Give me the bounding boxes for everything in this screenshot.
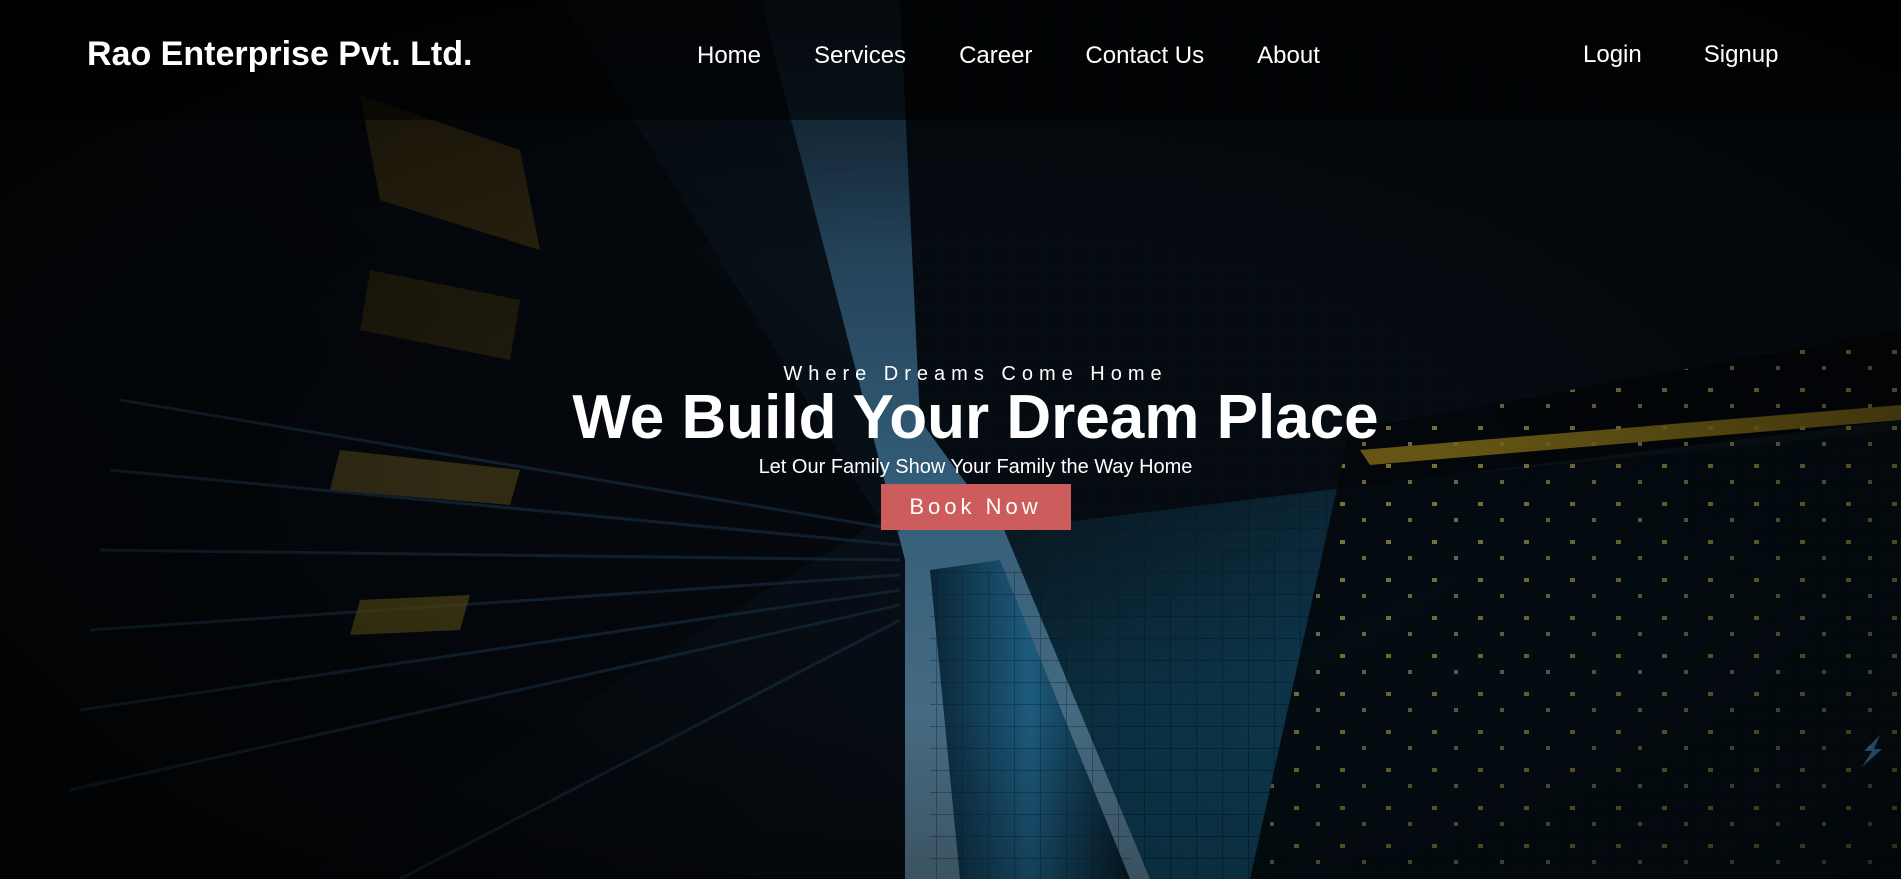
hero-content: Where Dreams Come Home We Build Your Dre… — [0, 360, 1901, 530]
nav-item-contact: Contact Us — [1085, 40, 1257, 72]
nav-link-about[interactable]: About — [1257, 40, 1320, 72]
brand-logo-text[interactable]: Rao Enterprise Pvt. Ltd. — [87, 34, 472, 74]
nav-link-home[interactable]: Home — [697, 40, 761, 72]
chevron-badge-icon[interactable] — [1858, 733, 1888, 771]
nav-link-services[interactable]: Services — [814, 40, 906, 72]
nav-item-services: Services — [814, 40, 959, 72]
nav-item-about: About — [1257, 40, 1373, 72]
login-link[interactable]: Login — [1583, 39, 1642, 71]
hero-section: Rao Enterprise Pvt. Ltd. Home Services C… — [0, 0, 1901, 879]
signup-link[interactable]: Signup — [1704, 39, 1779, 71]
book-now-button[interactable]: Book Now — [880, 484, 1071, 530]
hero-headline: We Build Your Dream Place — [572, 383, 1379, 452]
nav-item-home: Home — [697, 40, 814, 72]
top-navbar: Rao Enterprise Pvt. Ltd. Home Services C… — [0, 0, 1901, 112]
nav-link-contact-us[interactable]: Contact Us — [1085, 40, 1204, 72]
hero-subline: Let Our Family Show Your Family the Way … — [758, 456, 1193, 478]
nav-item-career: Career — [959, 40, 1085, 72]
main-nav: Home Services Career Contact Us About — [697, 40, 1373, 72]
nav-link-career[interactable]: Career — [959, 40, 1032, 72]
auth-links: Login Signup — [1583, 39, 1840, 71]
